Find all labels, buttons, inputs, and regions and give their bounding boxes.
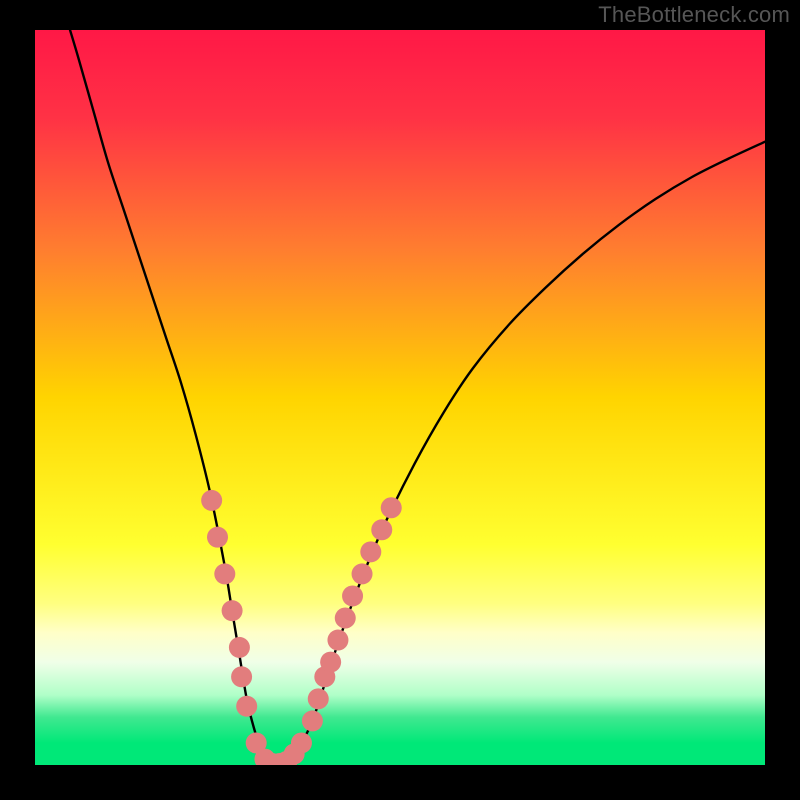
- gradient-background: [35, 30, 765, 765]
- data-point: [360, 541, 381, 562]
- watermark-text: TheBottleneck.com: [598, 2, 790, 28]
- data-point: [335, 608, 356, 629]
- data-point: [342, 585, 363, 606]
- data-point: [201, 490, 222, 511]
- data-point: [371, 519, 392, 540]
- data-point: [308, 688, 329, 709]
- data-point: [320, 652, 341, 673]
- chart-root: TheBottleneck.com: [0, 0, 800, 800]
- data-point: [231, 666, 252, 687]
- data-point: [381, 497, 402, 518]
- data-point: [327, 630, 348, 651]
- data-point: [207, 527, 228, 548]
- data-point: [214, 563, 235, 584]
- plot-svg: [35, 30, 765, 765]
- data-point: [229, 637, 250, 658]
- data-point: [222, 600, 243, 621]
- data-point: [291, 732, 312, 753]
- data-point: [352, 563, 373, 584]
- data-point: [302, 710, 323, 731]
- plot-area: [35, 30, 765, 765]
- data-point: [236, 696, 257, 717]
